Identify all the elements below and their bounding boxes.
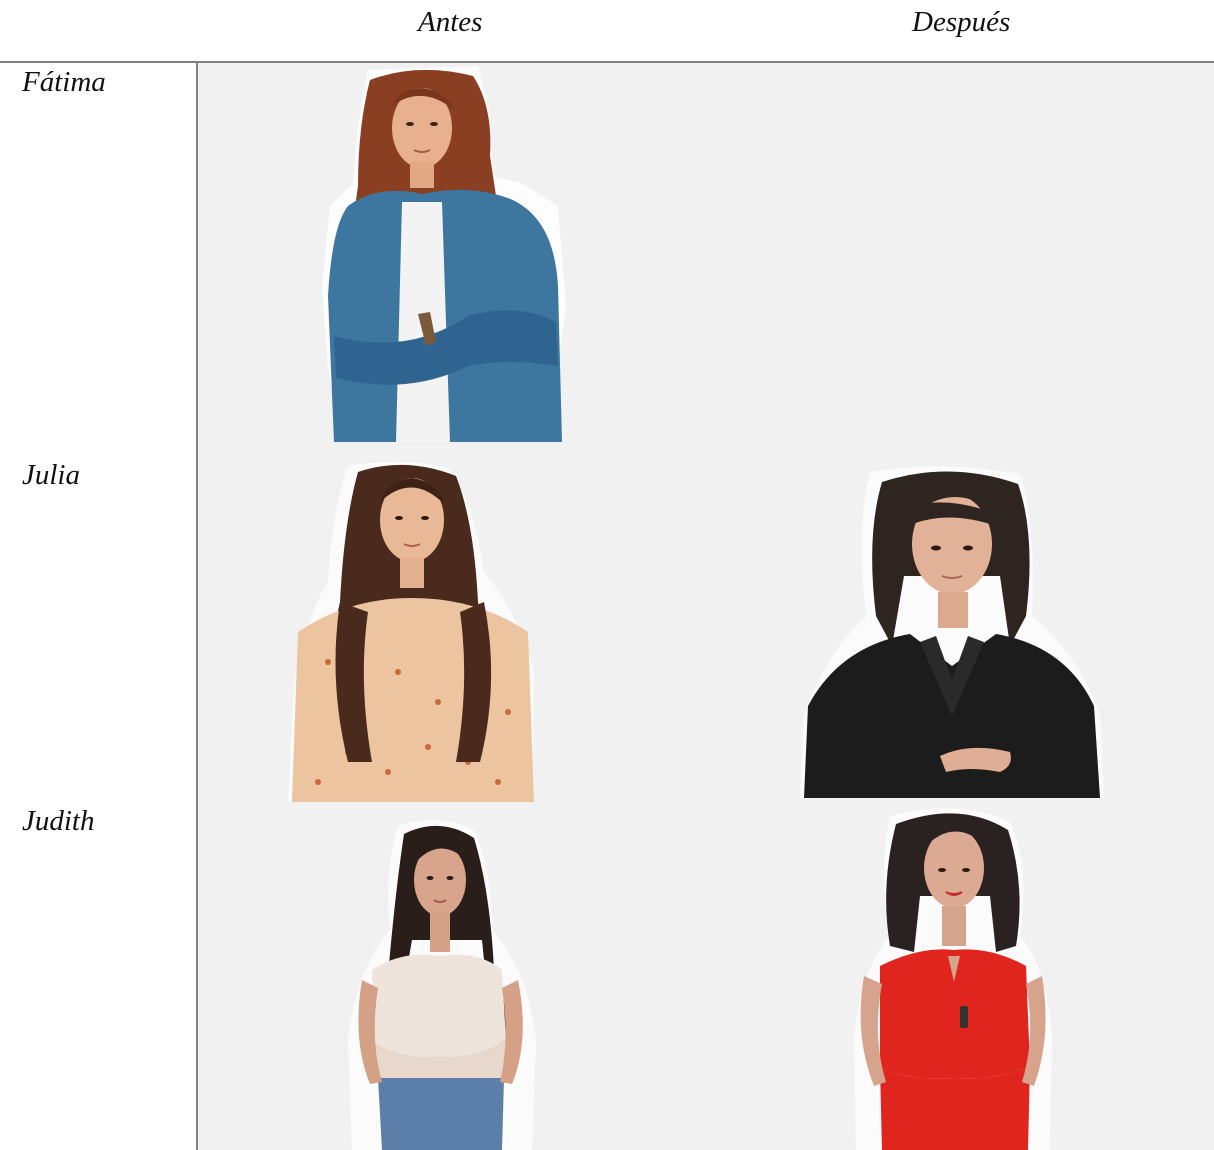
row-label-judith: Judith [22, 805, 95, 837]
comparison-table: Antes Después Fátima Julia Judith [0, 0, 1214, 1150]
row-label-julia: Julia [22, 459, 80, 491]
column-header-after: Después [912, 6, 1011, 38]
fatima-before-photo [318, 66, 570, 442]
column-divider [196, 61, 198, 1150]
row-label-fatima: Fátima [22, 66, 106, 98]
column-header-before: Antes [418, 6, 483, 38]
judith-after-photo [850, 806, 1056, 1150]
julia-before-photo [288, 462, 536, 802]
header-divider [0, 61, 1214, 63]
julia-after-photo [800, 466, 1106, 798]
judith-before-photo [342, 820, 540, 1150]
